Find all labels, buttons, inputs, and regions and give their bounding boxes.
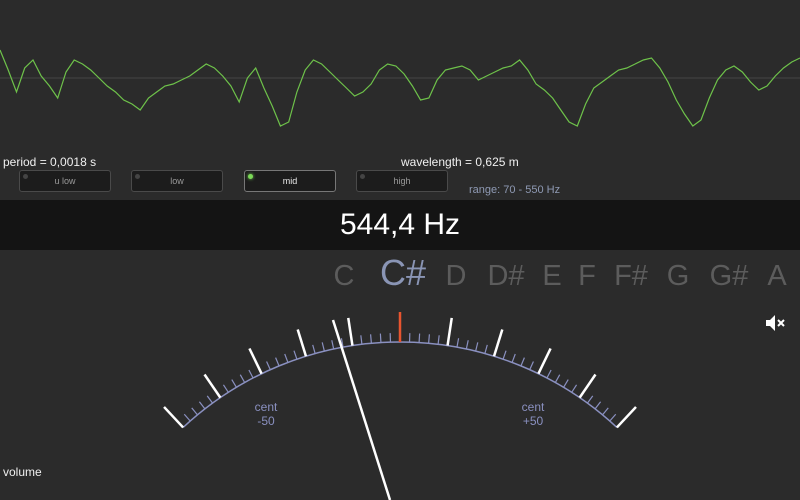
- left-cent-label: cent: [255, 400, 278, 414]
- note-a: A: [767, 260, 787, 292]
- gauge-tick: [578, 373, 597, 399]
- indicator-led-icon: [248, 174, 253, 179]
- note-f: F: [578, 260, 596, 292]
- range-button-low[interactable]: low: [131, 170, 223, 192]
- indicator-led-icon: [135, 174, 140, 179]
- gauge-tick: [475, 342, 479, 352]
- gauge-tick: [492, 329, 504, 357]
- gauge-tick: [347, 317, 354, 346]
- gauge-tick: [484, 344, 488, 354]
- gauge-tick: [418, 333, 421, 343]
- gauge-tick: [537, 347, 552, 375]
- cent-gauge: cent -50 cent +50: [163, 312, 637, 500]
- indicator-led-icon: [23, 174, 28, 179]
- frequency-readout: 544,4 Hz: [339, 208, 461, 241]
- left-cent-value: -50: [257, 414, 275, 428]
- wavelength-readout: wavelength = 0,625 m: [401, 155, 519, 169]
- period-readout: period = 0,0018 s: [3, 155, 97, 169]
- gauge-tick: [248, 369, 254, 379]
- gauge-tick: [248, 347, 263, 375]
- waveform-line: [0, 49, 800, 127]
- range-button-mid[interactable]: mid: [244, 170, 336, 192]
- note-c-sharp: C#: [379, 252, 427, 293]
- gauge-tick: [296, 329, 308, 357]
- note-g-sharp: G#: [709, 260, 749, 292]
- frequency-bar: 544,4 Hz: [0, 200, 800, 250]
- gauge-tick: [284, 353, 289, 363]
- gauge-tick: [594, 401, 602, 410]
- note-d-sharp: D#: [487, 260, 525, 292]
- gauge-tick: [379, 333, 382, 343]
- tuning-needle: [331, 319, 392, 500]
- gauge-tick: [222, 384, 229, 393]
- gauge-arc: [182, 341, 618, 428]
- gauge-tick: [609, 413, 617, 422]
- gauge-tick: [369, 334, 372, 344]
- range-button-label: low: [170, 176, 184, 186]
- gauge-tick: [615, 406, 637, 429]
- gauge-tick: [465, 340, 469, 350]
- gauge-tick: [203, 373, 222, 399]
- note-g: G: [666, 260, 690, 292]
- gauge-tick: [446, 317, 453, 346]
- gauge-tick: [428, 334, 431, 344]
- gauge-tick: [231, 379, 237, 388]
- right-cent-value: +50: [523, 414, 544, 428]
- gauge-tick: [321, 342, 325, 352]
- indicator-led-icon: [360, 174, 365, 179]
- range-button-label: u low: [54, 176, 76, 186]
- gauge-tick: [163, 406, 185, 429]
- range-button-label: high: [393, 176, 411, 186]
- gauge-tick: [520, 357, 525, 367]
- gauge-tick: [312, 344, 316, 354]
- gauge-tick: [183, 413, 191, 422]
- note-d: D: [445, 260, 467, 292]
- gauge-tick: [602, 407, 609, 416]
- range-button-u-low[interactable]: u low: [19, 170, 111, 192]
- note-strip: C C# D D# E F F# G G# A: [0, 252, 800, 302]
- range-button-high[interactable]: high: [356, 170, 448, 192]
- gauge-tick: [360, 335, 363, 345]
- gauge-tick: [437, 335, 440, 345]
- gauge-tick: [529, 361, 534, 370]
- range-text: range: 70 - 550 Hz: [469, 184, 561, 196]
- gauge-tick: [502, 350, 507, 360]
- gauge-tick: [266, 361, 271, 370]
- gauge-tick: [563, 379, 569, 388]
- waveform-display: [0, 49, 800, 127]
- range-button-label: mid: [282, 176, 298, 186]
- gauge-tick: [571, 384, 578, 393]
- gauge-tick: [546, 369, 552, 379]
- gauge-tick: [331, 340, 335, 350]
- gauge-tick: [456, 338, 460, 348]
- gauge-tick: [275, 357, 280, 367]
- gauge-tick: [293, 350, 298, 360]
- gauge-tick: [511, 353, 516, 363]
- note-e: E: [542, 260, 562, 292]
- note-c: C: [333, 260, 355, 292]
- gauge-tick: [586, 395, 594, 404]
- note-f-sharp: F#: [614, 260, 648, 292]
- volume-label: volume: [3, 465, 42, 479]
- gauge-tick: [554, 374, 561, 383]
- gauge-tick: [206, 395, 214, 404]
- gauge-tick: [239, 374, 246, 383]
- right-cent-label: cent: [522, 400, 545, 414]
- gauge-tick: [198, 401, 206, 410]
- gauge-tick: [191, 407, 198, 416]
